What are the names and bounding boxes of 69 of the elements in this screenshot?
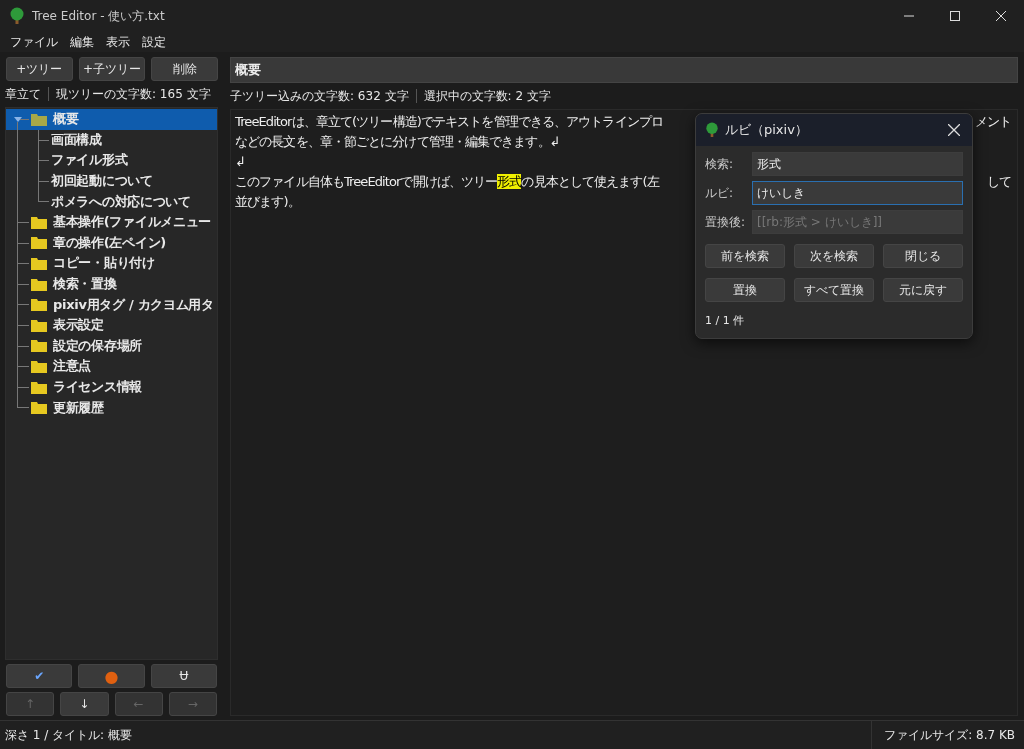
tree-item[interactable]: 検索・置換 <box>6 273 217 295</box>
folder-icon <box>31 112 47 126</box>
folder-icon <box>31 215 47 229</box>
dialog-button[interactable]: すべて置換 <box>794 278 874 302</box>
text-line: 並びます)。 <box>235 193 300 211</box>
tree-item[interactable]: 更新履歴 <box>6 397 217 418</box>
dialog-button[interactable]: 元に戻す <box>883 278 963 302</box>
field-label: 置換後: <box>705 213 747 231</box>
folder-icon <box>31 318 47 332</box>
folder-icon <box>31 359 47 373</box>
input-field[interactable]: けいしき <box>752 181 963 205</box>
toolbar-button[interactable]: +子ツリー <box>78 57 146 81</box>
status-text: 深さ 1 / タイトル: 概要 <box>4 726 132 744</box>
tree-item[interactable]: 基本操作(ファイルメニュー <box>6 211 217 233</box>
tree-item[interactable]: ポメラへの対応について <box>6 191 217 212</box>
tree-icon <box>9 7 25 25</box>
dialog-button[interactable]: 閉じる <box>883 244 963 268</box>
folder-icon <box>31 236 47 250</box>
window-title: Tree Editor - 使い方.txt <box>32 7 165 25</box>
tree-item[interactable]: 初回起動について <box>6 170 217 192</box>
mode-label: 章立て <box>5 85 41 103</box>
tree-item[interactable]: 概要 <box>6 109 217 130</box>
move-button[interactable]: ↓ <box>60 692 109 716</box>
status-text: ファイルサイズ: 8.7 KB <box>871 721 1024 749</box>
text-line: メント <box>974 113 1011 131</box>
dialog-title: ルビ（pixiv） <box>725 121 808 139</box>
char-count: 子ツリー込みの文字数: 632 文字 <box>230 87 409 105</box>
close-icon[interactable] <box>996 11 1006 21</box>
folder-icon <box>31 256 47 270</box>
tree-item[interactable]: ファイル形式 <box>6 150 217 171</box>
tree-item[interactable]: 設定の保存場所 <box>6 335 217 357</box>
char-count: 選択中の文字数: 2 文字 <box>423 87 551 105</box>
char-count: 現ツリーの文字数: 165 文字 <box>56 85 211 103</box>
mark-button[interactable]: ✔ <box>6 664 73 688</box>
folder-icon <box>31 339 47 353</box>
match-count: 1 / 1 件 <box>705 313 746 328</box>
text-line: TreeEditorは、章立て(ツリー構造)でテキストを管理できる、アウトラインプロ <box>235 113 663 131</box>
menu-item[interactable]: 設定 <box>142 33 166 51</box>
folder-icon <box>31 277 47 291</box>
folder-icon <box>31 401 47 415</box>
tree-item[interactable]: コピー・貼り付け <box>6 253 217 274</box>
close-icon[interactable] <box>948 124 960 136</box>
toolbar-button[interactable]: 削除 <box>151 57 218 81</box>
folder-icon <box>31 380 47 394</box>
input-field[interactable]: 形式 <box>752 152 963 176</box>
dialog-button[interactable]: 次を検索 <box>794 244 874 268</box>
text-line: して <box>986 173 1011 191</box>
tree-item[interactable]: ライセンス情報 <box>6 376 217 398</box>
tree-item[interactable]: 注意点 <box>6 356 217 377</box>
dialog-button[interactable]: 前を検索 <box>705 244 785 268</box>
tree-item[interactable]: 章の操作(左ペイン) <box>6 232 217 254</box>
folder-icon <box>31 298 47 312</box>
tree-icon <box>705 122 719 138</box>
maximize-icon[interactable] <box>950 11 960 21</box>
mark-button[interactable]: Ʉ <box>150 664 217 688</box>
menu-item[interactable]: 編集 <box>70 33 94 51</box>
menu-item[interactable]: ファイル <box>10 33 58 51</box>
toolbar-button[interactable]: +ツリー <box>6 57 73 81</box>
field-label: 検索: <box>705 155 735 173</box>
text-line: ↲ <box>235 153 245 171</box>
text-line: などの長文を、章・節ごとに分けて管理・編集できます。↲ <box>235 133 560 151</box>
tree-item[interactable]: 表示設定 <box>6 314 217 336</box>
dialog-button[interactable]: 置換 <box>705 278 785 302</box>
menu-item[interactable]: 表示 <box>106 33 130 51</box>
title-field[interactable]: 概要 <box>230 57 1018 83</box>
expand-icon[interactable] <box>14 117 22 123</box>
field-label: ルビ: <box>705 184 735 202</box>
tree-item[interactable]: pixiv用タグ / カクヨム用タ <box>6 294 217 315</box>
tree-item[interactable]: 画面構成 <box>6 129 217 151</box>
